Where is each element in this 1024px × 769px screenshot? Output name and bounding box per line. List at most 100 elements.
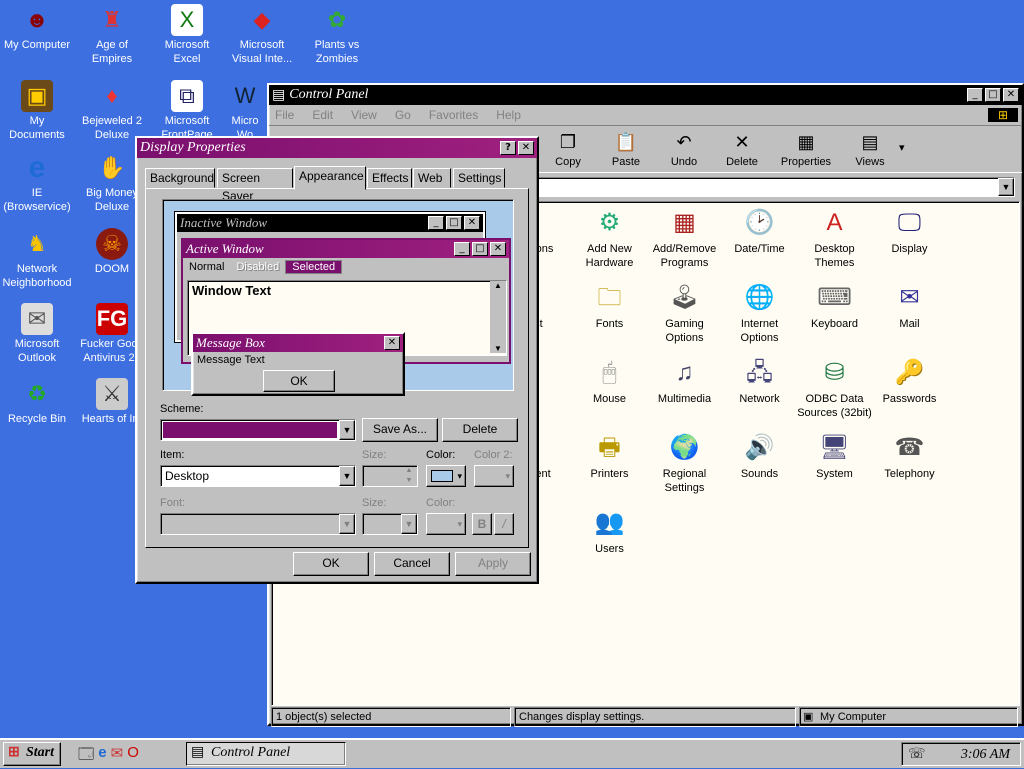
- chevron-down-icon[interactable]: ▼: [339, 420, 355, 440]
- views-button[interactable]: ▤ Views: [841, 132, 899, 172]
- desktop-icon-visual-interdev[interactable]: ◆ Microsoft Visual Inte...: [225, 4, 299, 66]
- cp-item-sounds[interactable]: 🔊 Sounds: [722, 431, 797, 481]
- outlook-express-icon[interactable]: ✉: [111, 744, 124, 769]
- item-color2-button[interactable]: ▾: [474, 465, 514, 487]
- cp-item-system[interactable]: 🖥 System: [797, 431, 872, 481]
- font-color-button[interactable]: ▾: [426, 513, 466, 535]
- cp-item-passwords[interactable]: 🔑 Passwords: [872, 356, 947, 406]
- cp-item-multimedia[interactable]: ♫ Multimedia: [647, 356, 722, 406]
- tab-effects[interactable]: Effects: [367, 168, 412, 188]
- menu-favorites[interactable]: Favorites: [429, 108, 478, 122]
- delete-button[interactable]: ✕ Delete: [713, 132, 771, 172]
- desktop-icon-my-documents[interactable]: ▣ My Documents: [0, 80, 74, 142]
- opera-icon[interactable]: O: [127, 744, 139, 769]
- paste-button[interactable]: 📋 Paste: [597, 132, 655, 172]
- calendar-icon: 🕑: [744, 209, 775, 236]
- cp-item-users[interactable]: 👥 Users: [572, 506, 647, 556]
- desktop-icon-word[interactable]: W Micro Wo: [225, 80, 265, 142]
- chevron-down-icon[interactable]: ▼: [339, 466, 355, 486]
- views-icon: ▤: [861, 132, 879, 152]
- windows-logo-icon: ⊞: [988, 108, 1018, 122]
- undo-button[interactable]: ↶ Undo: [655, 132, 713, 172]
- desktop-icon-excel[interactable]: X Microsoft Excel: [150, 4, 224, 66]
- desktop-icon-network-neighborhood[interactable]: ♞ Network Neighborhood: [0, 228, 74, 290]
- font-select[interactable]: ▼: [160, 513, 356, 535]
- save-as-button[interactable]: Save As...: [362, 418, 438, 442]
- control-panel-titlebar[interactable]: ▤ Control Panel _ □ ✕: [269, 85, 1022, 105]
- apply-button[interactable]: Apply: [455, 552, 531, 576]
- clock[interactable]: 3:06 AM: [961, 747, 1010, 763]
- help-button[interactable]: ?: [500, 141, 516, 155]
- dialog-titlebar[interactable]: Display Properties ? ✕: [137, 138, 537, 158]
- copy-button[interactable]: ❐ Copy: [539, 132, 597, 172]
- italic-button[interactable]: /: [494, 513, 514, 535]
- recycle-icon: ♻: [27, 381, 47, 406]
- show-desktop-icon[interactable]: 🗔: [78, 744, 94, 769]
- maximize-icon: □: [446, 216, 462, 230]
- cp-item-add-new-hardware[interactable]: ⚙ Add New Hardware: [572, 206, 647, 270]
- maximize-button[interactable]: □: [985, 88, 1001, 102]
- chevron-down-icon[interactable]: ▾: [899, 141, 905, 172]
- chevron-down-icon[interactable]: ▼: [401, 514, 417, 534]
- tab-background[interactable]: Background: [145, 168, 215, 188]
- menu-file[interactable]: File: [275, 108, 294, 122]
- cp-item-desktop-themes[interactable]: A Desktop Themes: [797, 206, 872, 270]
- themes-icon: A: [826, 209, 843, 236]
- cp-item-mail[interactable]: ✉ Mail: [872, 281, 947, 331]
- item-color-button[interactable]: ▾: [426, 465, 466, 487]
- desktop-icon-outlook[interactable]: ✉ Microsoft Outlook: [0, 303, 74, 365]
- menu-view[interactable]: View: [351, 108, 377, 122]
- cp-item-gaming-options[interactable]: 🕹 Gaming Options: [647, 281, 722, 345]
- ie-icon[interactable]: e: [98, 744, 106, 769]
- properties-button[interactable]: ▦ Properties: [771, 132, 841, 172]
- cp-item-display[interactable]: 🖵 Display: [872, 206, 947, 256]
- desktop-icon-frontpage[interactable]: ⧉ Microsoft FrontPage: [150, 80, 224, 142]
- cp-item-fonts[interactable]: 🗀 Fonts: [572, 281, 647, 331]
- desktop-icon-bejeweled[interactable]: ♦ Bejeweled 2 Deluxe: [75, 80, 149, 142]
- frontpage-icon: ⧉: [171, 80, 203, 112]
- cancel-button[interactable]: Cancel: [374, 552, 450, 576]
- cp-item-mouse[interactable]: 🖱 Mouse: [572, 356, 647, 406]
- desktop-icon-recycle-bin[interactable]: ♻ Recycle Bin: [0, 378, 74, 426]
- cp-item-add-remove-programs[interactable]: ▦ Add/Remove Programs: [647, 206, 722, 270]
- close-button[interactable]: ✕: [1003, 88, 1019, 102]
- cp-item-regional-settings[interactable]: 🌍 Regional Settings: [647, 431, 722, 495]
- item-select[interactable]: Desktop ▼: [160, 465, 356, 487]
- cp-item-date-time[interactable]: 🕑 Date/Time: [722, 206, 797, 256]
- tab-appearance[interactable]: Appearance: [294, 166, 366, 190]
- mouse-icon: 🖱: [602, 359, 617, 386]
- bold-button[interactable]: B: [472, 513, 492, 535]
- scheme-select[interactable]: ▼: [160, 419, 356, 441]
- cp-item-odbc[interactable]: ⛁ ODBC Data Sources (32bit): [797, 356, 872, 420]
- dialog-close-button[interactable]: ✕: [518, 141, 534, 155]
- cp-item-printers[interactable]: 🖶 Printers: [572, 431, 647, 481]
- cp-item-internet-options[interactable]: 🌐 Internet Options: [722, 281, 797, 345]
- desktop-icon-my-computer[interactable]: ☻ My Computer: [0, 4, 74, 52]
- desktop-icon-age-of-empires[interactable]: ♜ Age of Empires: [75, 4, 149, 66]
- cp-item-telephony[interactable]: ☎ Telephony: [872, 431, 947, 481]
- font-size-select[interactable]: ▼: [362, 513, 418, 535]
- tab-settings[interactable]: Settings: [453, 168, 505, 188]
- menu-help[interactable]: Help: [496, 108, 521, 122]
- tab-screen-saver[interactable]: Screen Saver: [217, 168, 293, 203]
- ok-button[interactable]: OK: [293, 552, 369, 576]
- font-label: Font:: [160, 497, 186, 509]
- folder-icon: ▤: [272, 87, 286, 103]
- menu-go[interactable]: Go: [395, 108, 411, 122]
- cp-item-network[interactable]: 🖧 Network: [722, 356, 797, 406]
- start-button[interactable]: ⊞ Start: [3, 742, 61, 766]
- task-control-panel[interactable]: ▤ Control Panel: [186, 742, 346, 766]
- menu-edit[interactable]: Edit: [312, 108, 333, 122]
- cp-item-keyboard[interactable]: ⌨ Keyboard: [797, 281, 872, 331]
- appearance-preview[interactable]: Inactive Window _ □ ✕ Active Window _ □ ✕ No…: [162, 199, 514, 396]
- delete-scheme-button[interactable]: Delete: [442, 418, 518, 442]
- desktop-icon-ie[interactable]: e IE (Browservice): [0, 152, 74, 214]
- item-size-spinner[interactable]: ▲ ▼: [362, 465, 418, 487]
- tab-web[interactable]: Web: [413, 168, 451, 188]
- desktop-icon-plants-vs-zombies[interactable]: ✿ Plants vs Zombies: [300, 4, 374, 66]
- chevron-down-icon[interactable]: ▼: [339, 514, 355, 534]
- address-dropdown-button[interactable]: ▼: [998, 178, 1014, 196]
- minimize-button[interactable]: _: [967, 88, 983, 102]
- tray-icon[interactable]: ☏: [908, 745, 926, 762]
- minimize-icon: _: [428, 216, 444, 230]
